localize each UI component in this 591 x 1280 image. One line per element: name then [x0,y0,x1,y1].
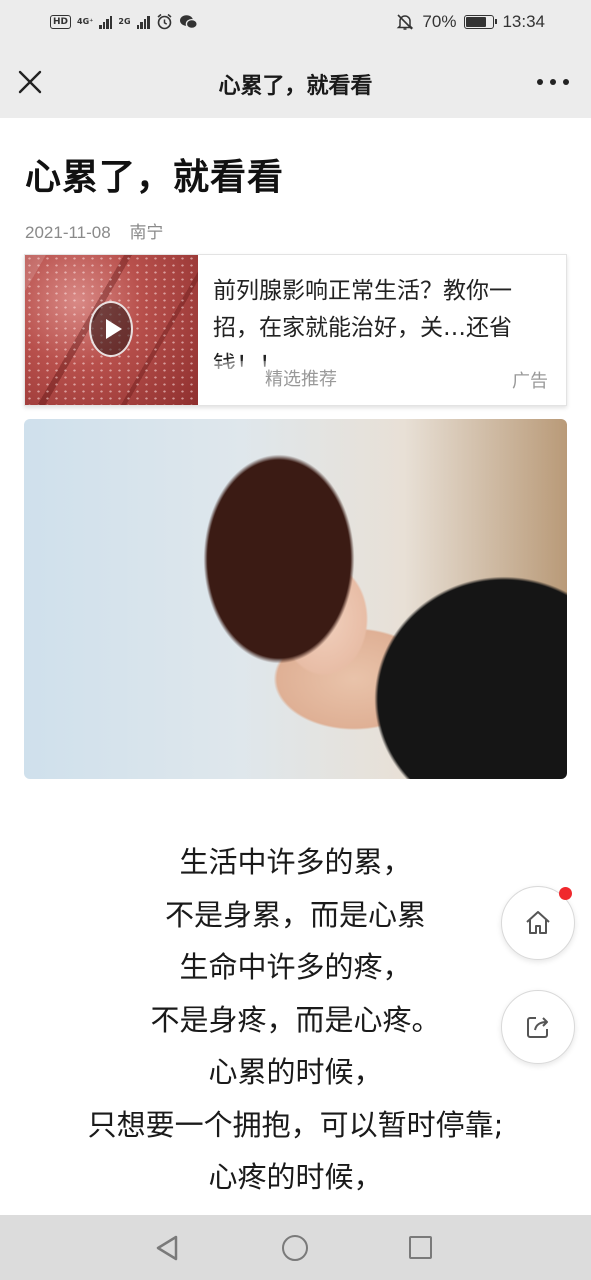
battery-percent: 70% [422,12,457,31]
nav-title: 心累了，就看看 [218,74,373,99]
nav-bar: 心累了，就看看 [0,46,591,118]
article-title: 心累了，就看看 [25,157,285,198]
mute-icon [397,14,414,30]
publish-date: 2021-11-08 [25,223,111,242]
ad-source: 精选推荐 [265,369,337,390]
play-icon[interactable] [89,301,133,357]
publish-location[interactable]: 南宁 [129,223,163,242]
ad-card[interactable]: 前列腺影响正常生活？教你一招，在家就能治好，关…还省钱！！ 精选推荐 广告 [24,254,567,406]
battery-icon [464,15,498,29]
article-meta: 2021-11-08 南宁 [25,218,163,243]
network-type: 4G⁺ [77,16,94,26]
share-float-button[interactable] [501,990,575,1064]
ad-fade [198,361,566,405]
status-right: 70% 13:34 [396,12,545,32]
more-button[interactable] [537,72,569,92]
status-left: HD 4G⁺ 2G [50,13,198,30]
home-circle-icon[interactable] [282,1235,308,1261]
close-button[interactable] [14,66,46,98]
share-icon [527,1017,548,1038]
signal-icon-2 [136,15,150,29]
ad-label[interactable]: 广告 [512,367,548,393]
more-icon-dot [563,79,569,85]
clock: 13:34 [502,12,545,31]
recent-apps-icon[interactable] [409,1236,432,1259]
notification-dot [559,887,572,900]
signal-icon [99,15,113,29]
status-bar: HD 4G⁺ 2G 70% 13:34 [0,0,591,46]
ad-headline[interactable]: 前列腺影响正常生活？教你一招，在家就能治好，关…还省钱！！ [213,273,543,369]
article-image[interactable] [24,419,567,779]
more-icon-dot [550,79,556,85]
back-icon[interactable] [154,1234,180,1262]
home-float-button[interactable] [501,886,575,960]
poem-line: 只想要一个拥抱，可以暂时停靠; [87,1107,504,1142]
wechat-icon [179,14,198,29]
ad-thumbnail [25,255,198,405]
alarm-icon [157,13,171,30]
more-icon-dot [537,79,543,85]
close-icon [18,70,42,94]
poem-line: 生活中许多的累， [179,845,412,879]
home-icon [526,911,550,934]
hd-icon: HD [50,14,72,29]
network-type-2: 2G [118,16,131,26]
poem-line: 心累的时候， [208,1055,383,1089]
article-body: 生活中许多的累， 不是身累，而是心累 生命中许多的疼， 不是身疼，而是心疼。 心… [0,836,591,1256]
poem-line: 心疼的时候， [208,1160,383,1194]
system-navigation [0,1215,591,1280]
poem-line: 生命中许多的疼， [179,950,412,984]
